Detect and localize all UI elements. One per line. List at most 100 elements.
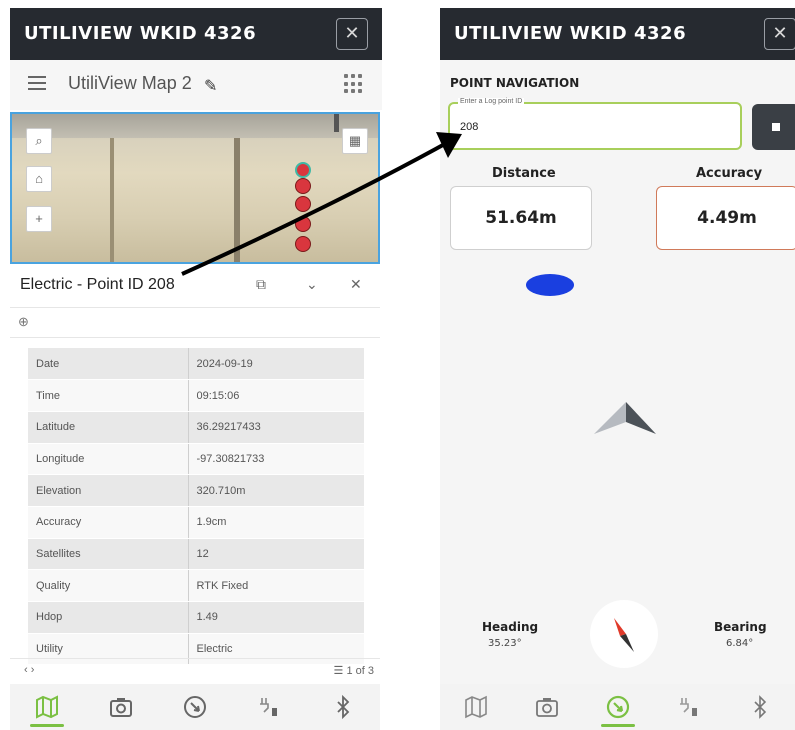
camera-icon (110, 698, 132, 717)
map-icon (464, 695, 487, 719)
table-row: Longitude -97.30821733 (28, 443, 364, 476)
attribute-key: Date (28, 348, 189, 381)
close-icon[interactable]: ✕ (350, 276, 362, 293)
map-point[interactable] (295, 216, 311, 232)
active-tab-indicator (30, 724, 64, 727)
map-pole (334, 114, 339, 132)
hamburger-menu-icon[interactable] (28, 76, 46, 90)
app-header: UTILIVIEW WKID 4326 ✕ (10, 8, 382, 60)
app-grid-icon[interactable] (344, 74, 364, 94)
gps-device-icon (260, 698, 277, 716)
map-toolbar: UtiliView Map 2 ✎ (10, 60, 382, 110)
tab-gps-device[interactable] (246, 687, 292, 727)
attribute-key: Hdop (28, 601, 189, 634)
tab-navigation[interactable] (595, 687, 641, 727)
bottom-tab-bar (10, 684, 380, 730)
chevron-down-icon[interactable]: ⌄ (306, 276, 318, 293)
attribute-value: -97.30821733 (188, 443, 364, 476)
attribute-key: Latitude (28, 411, 189, 444)
close-button[interactable]: ✕ (336, 18, 368, 50)
compass-needle-icon (614, 618, 634, 652)
point-id-input[interactable]: Enter a Log point ID 208 (448, 98, 742, 150)
bearing-value: 6.84° (726, 638, 754, 649)
map-view[interactable]: ⌕ ⌂ + ▦ (10, 112, 380, 264)
map-point-selected[interactable] (295, 162, 311, 178)
feature-pager: ‹ › ☰ 1 of 3 (10, 658, 380, 682)
left-phone-screen: UTILIVIEW WKID 4326 ✕ UtiliView Map 2 ✎ … (10, 8, 382, 730)
map-road (12, 114, 378, 138)
tab-gps-device[interactable] (666, 687, 712, 727)
pager-arrows[interactable]: ‹ › (24, 664, 34, 676)
bluetooth-icon (753, 695, 766, 719)
dock-icon[interactable]: ⧉ (256, 276, 266, 293)
attribute-key: Longitude (28, 443, 189, 476)
attribute-value: 09:15:06 (188, 379, 364, 412)
popup-zoom-row: ⊕ (10, 308, 380, 338)
bearing-label: Bearing (714, 620, 767, 634)
map-point[interactable] (295, 196, 311, 212)
popup-title: Electric - Point ID 208 (20, 276, 175, 293)
pager-count-label: 1 of 3 (346, 665, 374, 677)
section-label: POINT NAVIGATION (450, 76, 580, 90)
point-id-input-label: Enter a Log point ID (458, 98, 525, 105)
tab-camera[interactable] (98, 687, 144, 727)
table-row: Time 09:15:06 (28, 379, 364, 412)
app-title: UTILIVIEW WKID 4326 (24, 23, 257, 44)
attribute-value: 2024-09-19 (188, 348, 364, 381)
attribute-value: 1.9cm (188, 506, 364, 539)
zoom-to-icon[interactable]: ⊕ (18, 314, 29, 330)
zoom-in-icon[interactable]: + (26, 206, 52, 232)
compass-dial (590, 600, 658, 668)
accuracy-value: 4.49m (656, 186, 795, 250)
tab-bluetooth[interactable] (737, 687, 783, 727)
attribute-key: Satellites (28, 538, 189, 571)
distance-label: Distance (492, 166, 556, 181)
attribute-value: 12 (188, 538, 364, 571)
compass-icon (606, 695, 629, 719)
stop-navigation-button[interactable] (752, 104, 795, 150)
current-location-marker (526, 274, 574, 296)
app-title: UTILIVIEW WKID 4326 (454, 23, 687, 44)
attribute-key: Quality (28, 569, 189, 602)
tab-map[interactable] (453, 687, 499, 727)
edit-pencil-icon[interactable]: ✎ (204, 76, 217, 96)
heading-value: 35.23° (488, 638, 522, 649)
tab-bluetooth[interactable] (320, 687, 366, 727)
navigation-arrow-icon (594, 402, 656, 434)
close-button[interactable]: ✕ (764, 18, 795, 50)
map-icon (36, 695, 58, 719)
attribute-value: 1.49 (188, 601, 364, 634)
tab-map[interactable] (24, 687, 70, 727)
search-icon[interactable]: ⌕ (26, 128, 52, 154)
accuracy-label: Accuracy (696, 166, 763, 181)
table-row: Hdop 1.49 (28, 601, 364, 634)
point-id-input-value: 208 (460, 121, 479, 133)
map-point[interactable] (295, 236, 311, 252)
bluetooth-icon (337, 694, 350, 720)
heading-label: Heading (482, 620, 539, 634)
screenshot-stage: UTILIVIEW WKID 4326 ✕ UtiliView Map 2 ✎ … (0, 0, 795, 730)
qr-code-icon[interactable]: ▦ (342, 128, 368, 154)
home-icon[interactable]: ⌂ (26, 166, 52, 192)
table-row: Elevation 320.710m (28, 474, 364, 507)
right-phone-screen: UTILIVIEW WKID 4326 ✕ POINT NAVIGATION E… (440, 8, 795, 730)
compass-icon (184, 696, 206, 718)
attribute-value: RTK Fixed (188, 569, 364, 602)
attribute-key: Accuracy (28, 506, 189, 539)
attribute-value: 320.710m (188, 474, 364, 507)
distance-value: 51.64m (450, 186, 592, 250)
popup-header: Electric - Point ID 208 ⧉ ⌄ ✕ (10, 264, 380, 308)
table-row: Quality RTK Fixed (28, 569, 364, 602)
attribute-table: Date 2024-09-19 Time 09:15:06 Latitude 36.292… (28, 348, 364, 666)
table-row: Satellites 12 (28, 538, 364, 571)
app-header: UTILIVIEW WKID 4326 ✕ (440, 8, 795, 60)
tab-camera[interactable] (524, 687, 570, 727)
map-name: UtiliView Map 2 (68, 73, 192, 93)
stop-icon (772, 123, 780, 131)
gps-device-icon (679, 698, 697, 716)
map-point[interactable] (295, 178, 311, 194)
pager-count[interactable]: ☰ 1 of 3 (334, 664, 374, 677)
tab-navigation[interactable] (172, 687, 218, 727)
table-row: Latitude 36.29217433 (28, 411, 364, 444)
active-tab-indicator (600, 724, 635, 727)
